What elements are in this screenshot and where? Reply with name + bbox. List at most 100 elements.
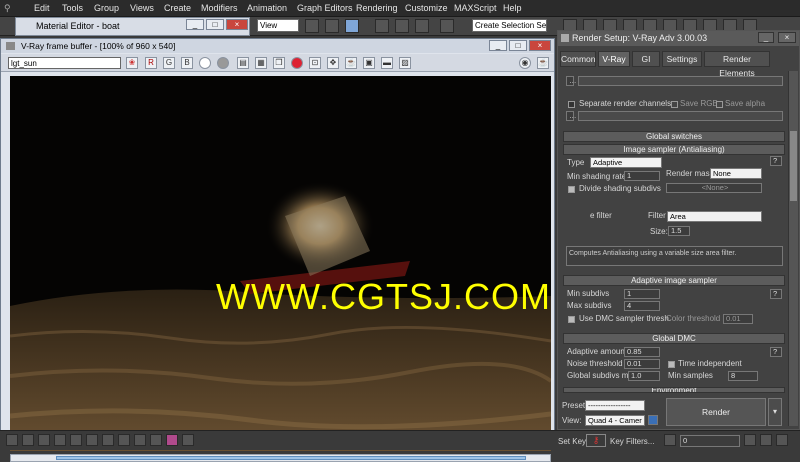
min-samples-input[interactable]: 8 — [728, 371, 758, 381]
filter-size-input[interactable]: 1.5 — [668, 226, 690, 236]
key-filter-icon[interactable]: ⚷ — [586, 434, 606, 447]
color-threshold-input[interactable]: 0.01 — [723, 314, 753, 324]
tab-gi[interactable]: GI — [632, 51, 660, 67]
load-image-icon[interactable]: ▦ — [255, 57, 267, 69]
rs-minimize-icon[interactable]: _ — [758, 32, 774, 43]
menu-create[interactable]: Create — [164, 3, 191, 13]
mono-icon[interactable] — [217, 57, 229, 69]
vfb-close-icon[interactable]: × — [529, 40, 551, 51]
min-shading-input[interactable]: 1 — [624, 171, 660, 181]
view-dropdown-render[interactable]: Quad 4 - Camer — [585, 415, 645, 426]
divide-shading-checkbox[interactable] — [568, 186, 575, 193]
min-subdivs-input[interactable]: 1 — [624, 289, 660, 299]
status-icon-3[interactable] — [38, 434, 50, 446]
app-icon[interactable]: ⚲ — [4, 3, 11, 14]
blue-channel-button[interactable]: B — [181, 57, 193, 69]
spinner-snap-icon[interactable] — [415, 19, 429, 33]
render-button[interactable]: Render — [666, 398, 766, 426]
color-correction-icon[interactable]: ▬ — [381, 57, 393, 69]
save-rgb-checkbox[interactable] — [671, 101, 678, 108]
render-last-icon[interactable]: ☕ — [345, 57, 357, 69]
vertical-scrollbar[interactable] — [788, 71, 798, 426]
preset-dropdown[interactable]: ----------------- — [585, 400, 645, 411]
noise-threshold-input[interactable]: 0.01 — [624, 359, 660, 369]
adaptive-help-button[interactable]: ? — [770, 289, 782, 299]
menu-animation[interactable]: Animation — [247, 3, 287, 13]
menu-tools[interactable]: Tools — [62, 3, 83, 13]
status-icon-10[interactable] — [150, 434, 162, 446]
duplicate-icon[interactable]: ❒ — [273, 57, 285, 69]
menu-views[interactable]: Views — [130, 3, 154, 13]
color-channels-icon[interactable]: ❀ — [126, 57, 138, 69]
help-button[interactable]: ? — [770, 156, 782, 166]
select-icon[interactable] — [345, 19, 359, 33]
save-alpha-checkbox[interactable] — [716, 101, 723, 108]
maximize-icon[interactable]: □ — [206, 19, 224, 30]
lock-view-icon[interactable] — [648, 415, 658, 425]
mask-none-button[interactable]: <None> — [666, 183, 762, 193]
global-subdivs-input[interactable]: 1.0 — [628, 371, 660, 381]
adaptive-amount-input[interactable]: 0.85 — [624, 347, 660, 357]
selection-set-dropdown[interactable]: Create Selection Se — [472, 19, 547, 32]
status-icon-7[interactable] — [102, 434, 114, 446]
vertical-scrollbar-thumb[interactable] — [790, 131, 797, 201]
raw-image-path[interactable] — [578, 76, 783, 86]
edit-named-icon[interactable] — [440, 19, 454, 33]
status-icon-12[interactable] — [182, 434, 194, 446]
global-dmc-rollout[interactable]: Global DMC — [563, 333, 785, 344]
current-frame-input[interactable]: 0 — [680, 435, 740, 447]
use-dmc-checkbox[interactable] — [568, 316, 575, 323]
snap-icon[interactable] — [305, 19, 319, 33]
move-icon[interactable] — [325, 19, 339, 33]
render-mask-dropdown[interactable]: None — [710, 168, 762, 179]
channels-path[interactable] — [578, 111, 783, 121]
clear-image-icon[interactable] — [291, 57, 303, 69]
vfb-maximize-icon[interactable]: □ — [509, 40, 527, 51]
tab-vray[interactable]: V-Ray — [598, 51, 630, 67]
environment-rollout[interactable]: Environment — [563, 387, 785, 393]
key-filters-button[interactable]: Key Filters... — [610, 437, 654, 446]
menu-modifiers[interactable]: Modifiers — [201, 3, 238, 13]
zoom-icon[interactable] — [776, 434, 788, 446]
channels-path-dots-button[interactable]: … — [566, 111, 577, 121]
lut-icon[interactable]: ▨ — [399, 57, 411, 69]
filter-dropdown[interactable]: Area — [667, 211, 762, 222]
status-icon-6[interactable] — [86, 434, 98, 446]
time-independent-checkbox[interactable] — [668, 361, 675, 368]
horizontal-scrollbar[interactable] — [10, 454, 551, 462]
channel-dropdown[interactable]: lgt_sun — [8, 57, 121, 69]
path-dots-button[interactable]: … — [566, 76, 577, 86]
teapot-render-icon[interactable]: ☕ — [537, 57, 549, 69]
track-mouse-icon[interactable]: ⊡ — [309, 57, 321, 69]
region-render-icon[interactable]: ✥ — [327, 57, 339, 69]
close-icon[interactable]: × — [226, 19, 248, 30]
status-icon-5[interactable] — [70, 434, 82, 446]
minimize-icon[interactable]: _ — [186, 19, 204, 30]
menu-group[interactable]: Group — [94, 3, 119, 13]
status-icon-11[interactable] — [166, 434, 178, 446]
link-3ds-icon[interactable]: ▣ — [363, 57, 375, 69]
play-icon[interactable] — [744, 434, 756, 446]
tab-common[interactable]: Common — [560, 51, 596, 67]
render-dropdown-arrow[interactable]: ▾ — [768, 398, 782, 426]
separate-channels-checkbox[interactable] — [568, 101, 575, 108]
menu-maxscript[interactable]: MAXScript — [454, 3, 497, 13]
tab-settings[interactable]: Settings — [662, 51, 702, 67]
scrollbar-thumb[interactable] — [56, 456, 526, 460]
save-image-icon[interactable]: ▤ — [237, 57, 249, 69]
menu-graph-editors[interactable]: Graph Editors — [297, 3, 353, 13]
global-switches-rollout[interactable]: Global switches — [563, 131, 785, 142]
tab-render-elements[interactable]: Render Elements — [704, 51, 770, 78]
status-icon-1[interactable] — [6, 434, 18, 446]
status-icon-9[interactable] — [134, 434, 146, 446]
green-channel-button[interactable]: G — [163, 57, 175, 69]
dmc-help-button[interactable]: ? — [770, 347, 782, 357]
alpha-channel-icon[interactable] — [199, 57, 211, 69]
menu-help[interactable]: Help — [503, 3, 522, 13]
status-icon-4[interactable] — [54, 434, 66, 446]
angle-snap-icon[interactable] — [375, 19, 389, 33]
menu-edit[interactable]: Edit — [34, 3, 50, 13]
adaptive-sampler-rollout[interactable]: Adaptive image sampler — [563, 275, 785, 286]
time-config-icon[interactable] — [760, 434, 772, 446]
options-icon[interactable]: ◉ — [519, 57, 531, 69]
